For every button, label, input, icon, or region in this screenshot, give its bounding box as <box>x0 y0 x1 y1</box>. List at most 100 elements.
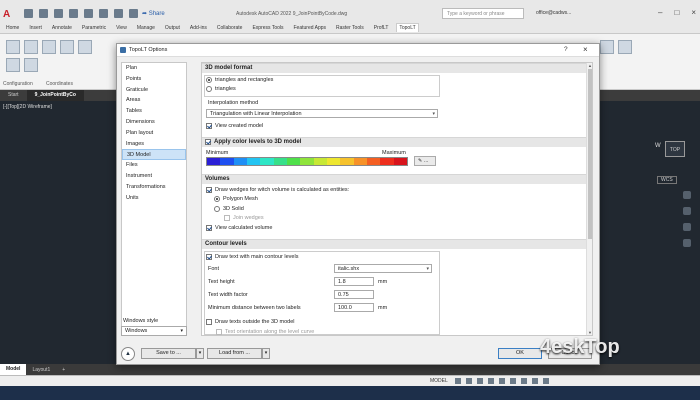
ribbon-tab[interactable]: Collaborate <box>215 24 245 32</box>
checkbox[interactable] <box>206 123 212 129</box>
customize-icon[interactable] <box>543 378 549 384</box>
color-picker-button[interactable]: ✎ … <box>414 156 436 166</box>
viewport-controls-label[interactable]: [-][Top][2D Wireframe] <box>3 104 52 110</box>
annotation-scale-icon[interactable] <box>521 378 527 384</box>
save-to-button[interactable]: Save to ... <box>141 348 196 359</box>
nav-item[interactable]: 3D Model <box>122 149 186 161</box>
ortho-toggle-icon[interactable] <box>477 378 483 384</box>
checkbox[interactable] <box>224 215 230 221</box>
save-icon[interactable] <box>54 9 63 18</box>
radio-button[interactable] <box>214 196 220 202</box>
checkbox[interactable] <box>206 187 212 193</box>
nav-item[interactable]: Plan layout <box>122 128 186 139</box>
viewcube-top-face[interactable]: TOP <box>665 141 685 157</box>
osnap-toggle-icon[interactable] <box>499 378 505 384</box>
ribbon-tool-icon[interactable] <box>600 40 614 54</box>
scroll-up-icon[interactable]: ▲ <box>587 63 592 68</box>
radio-3d-solid[interactable]: 3D Solid <box>214 206 244 212</box>
isodraft-icon[interactable] <box>510 378 516 384</box>
windows-style-select[interactable]: Windows ▾ <box>121 326 187 336</box>
clean-icon[interactable] <box>6 58 20 72</box>
plot-icon[interactable] <box>129 9 138 18</box>
save-to-dropdown[interactable]: ▾ <box>196 348 204 359</box>
viewcube[interactable]: W TOP <box>655 131 697 173</box>
new-icon[interactable] <box>24 9 33 18</box>
save-as-icon[interactable] <box>69 9 78 18</box>
settings-icon[interactable] <box>6 40 20 54</box>
nav-item[interactable]: Areas <box>122 95 186 106</box>
ribbon-tab[interactable]: TopoLT <box>396 23 419 32</box>
zoom-icon[interactable] <box>683 207 691 215</box>
ribbon-tab[interactable]: Home <box>4 24 21 32</box>
ribbon-tab[interactable]: ProfLT <box>372 24 391 32</box>
undo-icon[interactable] <box>99 9 108 18</box>
account-name[interactable]: office@cadws... <box>536 10 571 16</box>
nav-item[interactable]: Instrument <box>122 171 186 182</box>
coordinates-icon[interactable] <box>24 40 38 54</box>
nav-item[interactable]: Plan <box>122 63 186 74</box>
ribbon-tab[interactable]: View <box>114 24 129 32</box>
draw-wedges-option[interactable]: Draw wedges for witch volume is calculat… <box>206 187 349 193</box>
radio-button[interactable] <box>206 86 212 92</box>
color-gradient-bar[interactable] <box>206 157 408 166</box>
text-orientation-option[interactable]: Text orientation along the level curve <box>216 329 314 335</box>
text-height-input[interactable]: 1.8 <box>334 277 374 286</box>
content-scrollbar[interactable]: ▲ ▼ <box>586 63 592 335</box>
workspace-icon[interactable] <box>532 378 538 384</box>
import-icon[interactable] <box>78 40 92 54</box>
nav-item[interactable]: Units <box>122 193 186 204</box>
view-calculated-volume-option[interactable]: View calculated volume <box>206 225 272 231</box>
minimize-icon[interactable]: – <box>658 8 662 17</box>
checkbox[interactable] <box>206 225 212 231</box>
scrollbar-thumb[interactable] <box>588 69 592 239</box>
ribbon-tool-icon[interactable] <box>618 40 632 54</box>
help-icon[interactable]: ? <box>564 46 568 53</box>
ribbon-tab[interactable]: Parametric <box>80 24 108 32</box>
nav-item[interactable]: Files <box>122 160 186 171</box>
ribbon-tab[interactable]: Raster Tools <box>334 24 366 32</box>
share-button[interactable]: ➦ Share <box>142 10 165 17</box>
search-input[interactable]: Type a keyword or phrase <box>442 8 524 19</box>
ribbon-tab[interactable]: Output <box>163 24 182 32</box>
orbit-icon[interactable] <box>683 223 691 231</box>
snap-toggle-icon[interactable] <box>466 378 472 384</box>
print-icon[interactable] <box>84 9 93 18</box>
tab-layout1[interactable]: Layout1 <box>26 367 56 373</box>
load-from-button[interactable]: Load from ... <box>207 348 262 359</box>
ribbon-tab[interactable]: Express Tools <box>250 24 285 32</box>
nav-item[interactable]: Graticule <box>122 85 186 96</box>
nav-item[interactable]: Tables <box>122 106 186 117</box>
ribbon-tab[interactable]: Manage <box>135 24 157 32</box>
radio-triangles-rectangles[interactable]: triangles and rectangles <box>206 77 273 83</box>
redo-icon[interactable] <box>114 9 123 18</box>
open-icon[interactable] <box>39 9 48 18</box>
nav-item[interactable]: Points <box>122 74 186 85</box>
nav-item[interactable]: Images <box>122 139 186 150</box>
draw-text-main-contour-option[interactable]: Draw text with main contour levels <box>206 254 298 260</box>
text-width-input[interactable]: 0.75 <box>334 290 374 299</box>
join-wedges-option[interactable]: Join wedges <box>224 215 264 221</box>
checkbox[interactable] <box>216 329 222 335</box>
options-content-panel[interactable]: 3D model format triangles and rectangles… <box>201 62 593 336</box>
radio-button[interactable] <box>214 206 220 212</box>
ribbon-tab[interactable]: Featured Apps <box>292 24 329 32</box>
tab-start[interactable]: Start <box>0 90 27 101</box>
viewcube-west[interactable]: W <box>655 143 661 149</box>
interpolation-select[interactable]: Triangulation with Linear Interpolation … <box>206 109 438 118</box>
grid-toggle-icon[interactable] <box>455 378 461 384</box>
ribbon-tab[interactable]: Insert <box>27 24 44 32</box>
tab-drawing[interactable]: 9_JoinPointByCo <box>26 90 84 101</box>
export-icon[interactable] <box>60 40 74 54</box>
font-select[interactable]: italic.shx ▾ <box>334 264 432 273</box>
add-layout-button[interactable]: + <box>56 367 71 373</box>
radio-triangles[interactable]: triangles <box>206 86 236 92</box>
model-space-button[interactable]: MODEL <box>430 378 448 384</box>
tab-model[interactable]: Model <box>0 364 27 375</box>
grid-icon[interactable] <box>24 58 38 72</box>
min-distance-input[interactable]: 100.0 <box>334 303 374 312</box>
apply-colors-checkbox[interactable] <box>205 139 211 145</box>
close-icon[interactable]: × <box>583 45 588 54</box>
dialog-title-bar[interactable]: TopoLT Options ? × <box>117 44 599 57</box>
close-window-icon[interactable]: × <box>691 8 696 17</box>
wcs-menu[interactable]: WCS <box>657 176 677 184</box>
